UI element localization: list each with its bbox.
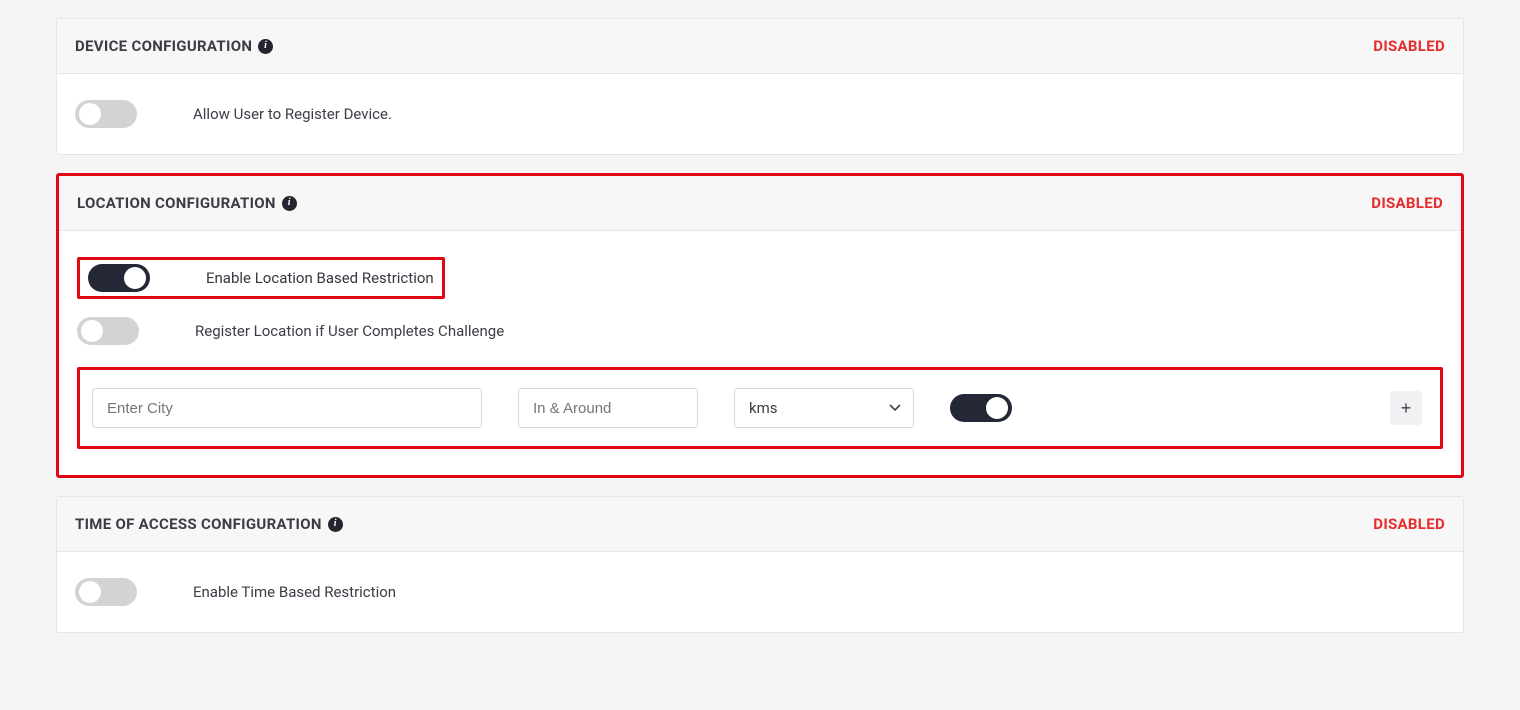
enable-time-toggle[interactable] bbox=[75, 578, 137, 606]
enable-time-label: Enable Time Based Restriction bbox=[193, 583, 396, 601]
city-input[interactable] bbox=[92, 388, 482, 428]
device-config-header: DEVICE CONFIGURATION i DISABLED bbox=[57, 19, 1463, 74]
time-config-card: TIME OF ACCESS CONFIGURATION i DISABLED … bbox=[56, 496, 1464, 633]
info-icon[interactable]: i bbox=[258, 39, 273, 54]
device-config-card: DEVICE CONFIGURATION i DISABLED Allow Us… bbox=[56, 18, 1464, 155]
time-config-title-text: TIME OF ACCESS CONFIGURATION bbox=[75, 515, 322, 533]
device-config-body: Allow User to Register Device. bbox=[57, 74, 1463, 154]
allow-register-label: Allow User to Register Device. bbox=[193, 105, 392, 123]
allow-register-toggle[interactable] bbox=[75, 100, 137, 128]
location-config-title-text: LOCATION CONFIGURATION bbox=[77, 194, 276, 212]
add-location-button[interactable]: + bbox=[1390, 391, 1422, 425]
enable-time-row: Enable Time Based Restriction bbox=[75, 578, 1445, 606]
location-inputs-highlight: kms + bbox=[77, 367, 1443, 449]
info-icon[interactable]: i bbox=[282, 196, 297, 211]
location-config-header: LOCATION CONFIGURATION i DISABLED bbox=[59, 176, 1461, 231]
location-entry-toggle[interactable] bbox=[950, 394, 1012, 422]
unit-select[interactable]: kms bbox=[734, 388, 914, 428]
time-config-title: TIME OF ACCESS CONFIGURATION i bbox=[75, 515, 343, 533]
allow-register-row: Allow User to Register Device. bbox=[75, 100, 1445, 128]
location-config-card: LOCATION CONFIGURATION i DISABLED Enable… bbox=[56, 173, 1464, 478]
plus-icon: + bbox=[1401, 398, 1412, 419]
info-icon[interactable]: i bbox=[328, 517, 343, 532]
around-input[interactable] bbox=[518, 388, 698, 428]
register-location-label: Register Location if User Completes Chal… bbox=[195, 322, 504, 340]
register-location-row: Register Location if User Completes Chal… bbox=[77, 317, 1443, 345]
register-location-toggle[interactable] bbox=[77, 317, 139, 345]
time-config-body: Enable Time Based Restriction bbox=[57, 552, 1463, 632]
location-status-badge: DISABLED bbox=[1371, 194, 1443, 212]
device-status-badge: DISABLED bbox=[1373, 37, 1445, 55]
device-config-title-text: DEVICE CONFIGURATION bbox=[75, 37, 252, 55]
location-config-title: LOCATION CONFIGURATION i bbox=[77, 194, 297, 212]
enable-location-highlight: Enable Location Based Restriction bbox=[77, 257, 445, 299]
unit-select-value: kms bbox=[749, 399, 778, 417]
location-config-body: Enable Location Based Restriction Regist… bbox=[59, 231, 1461, 475]
enable-location-toggle[interactable] bbox=[88, 264, 150, 292]
time-config-header: TIME OF ACCESS CONFIGURATION i DISABLED bbox=[57, 497, 1463, 552]
device-config-title: DEVICE CONFIGURATION i bbox=[75, 37, 273, 55]
enable-location-label: Enable Location Based Restriction bbox=[206, 269, 434, 287]
time-status-badge: DISABLED bbox=[1373, 515, 1445, 533]
chevron-down-icon bbox=[889, 404, 901, 412]
